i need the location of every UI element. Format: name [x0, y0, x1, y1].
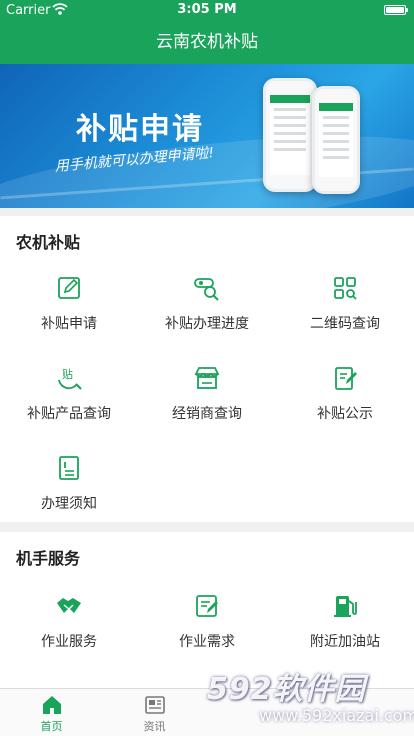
banner[interactable]: 补贴申请 用手机就可以办理申请啦!	[0, 64, 414, 208]
grid-item-subsidy-apply[interactable]: 补贴申请	[0, 274, 138, 364]
tab-label: 资讯	[143, 720, 166, 733]
svg-text:贴: 贴	[62, 367, 73, 381]
section-operator-services: 机手服务 作业服务 作业需求 附近加油站	[0, 532, 414, 688]
subsidy-search-icon: 贴	[55, 364, 83, 392]
grid-item-public-notice[interactable]: 补贴公示	[276, 364, 414, 454]
section-title: 机手服务	[16, 549, 81, 568]
nav-bar: 云南农机补贴	[0, 20, 414, 64]
grid-item-work-demand[interactable]: 作业需求	[138, 592, 276, 682]
notice-edit-icon	[331, 364, 359, 392]
page-title: 云南农机补贴	[156, 32, 258, 52]
phone-illustration	[312, 86, 360, 194]
news-icon	[144, 694, 166, 716]
form-edit-icon	[193, 592, 221, 620]
grid-item-label: 补贴公示	[317, 406, 373, 422]
gas-station-icon	[331, 592, 359, 620]
section-farm-subsidy: 农机补贴 补贴申请 补贴办理进度 二维码查询 贴 补贴产品查询 经销商查询 补贴…	[0, 216, 414, 522]
grid-item-label: 作业需求	[179, 634, 235, 650]
grid-item-label: 经销商查询	[172, 406, 242, 422]
grid-item-progress[interactable]: 补贴办理进度	[138, 274, 276, 364]
section-title: 农机补贴	[16, 233, 81, 252]
grid-item-label: 办理须知	[41, 496, 97, 512]
tab-news[interactable]: 资讯	[103, 689, 206, 736]
document-icon	[55, 454, 83, 482]
store-icon	[193, 364, 221, 392]
grid-item-dealer-search[interactable]: 经销商查询	[138, 364, 276, 454]
handshake-icon	[55, 592, 83, 620]
grid-item-label: 补贴办理进度	[165, 316, 249, 332]
tab-label: 首页	[40, 720, 63, 733]
tab-home[interactable]: 首页	[0, 689, 103, 736]
grid-item-label: 作业服务	[41, 634, 97, 650]
grid-item-label: 补贴申请	[41, 316, 97, 332]
qrcode-icon	[331, 274, 359, 302]
grid-item-label: 补贴产品查询	[27, 406, 111, 422]
search-progress-icon	[193, 274, 221, 302]
grid-item-instructions[interactable]: 办理须知	[0, 454, 138, 544]
grid-item-product-search[interactable]: 贴 补贴产品查询	[0, 364, 138, 454]
grid-item-label: 二维码查询	[310, 316, 380, 332]
status-time: 3:05 PM	[177, 2, 237, 17]
battery-level	[386, 7, 404, 13]
grid-item-label: 附近加油站	[310, 634, 380, 650]
battery-icon	[384, 5, 408, 15]
tab-bar: 首页 资讯	[0, 688, 414, 736]
grid-item-qrcode[interactable]: 二维码查询	[276, 274, 414, 364]
phone-illustration	[263, 78, 317, 192]
home-icon	[41, 694, 63, 716]
banner-title: 补贴申请	[76, 112, 204, 147]
grid-item-work-service[interactable]: 作业服务	[0, 592, 138, 682]
grid-item-nearby-gas-station[interactable]: 附近加油站	[276, 592, 414, 682]
status-bar: Carrier 3:05 PM	[0, 0, 414, 20]
edit-icon	[55, 274, 83, 302]
